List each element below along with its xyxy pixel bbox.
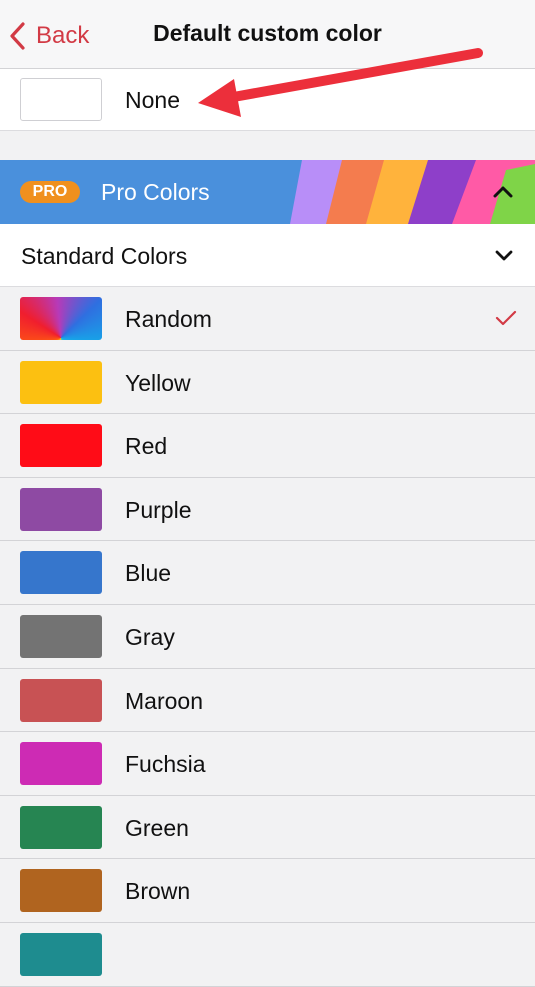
color-swatch	[20, 678, 102, 722]
standard-colors-header[interactable]: Standard Colors	[0, 224, 535, 287]
chevron-up-icon[interactable]	[489, 178, 517, 206]
color-row-red[interactable]: Red	[0, 414, 535, 478]
color-swatch	[20, 487, 102, 531]
color-label: Yellow	[125, 369, 191, 396]
color-swatch	[20, 805, 102, 849]
color-row-maroon[interactable]: Maroon	[0, 668, 535, 733]
color-row-brown[interactable]: Brown	[0, 859, 535, 923]
navigation-bar: Back Default custom color	[0, 0, 535, 69]
color-swatch	[20, 869, 102, 913]
color-row-purple[interactable]: Purple	[0, 477, 535, 542]
color-label: Random	[125, 306, 212, 332]
color-row-green[interactable]: Green	[0, 795, 535, 860]
color-list: Random Yellow Red Purple Blue Gray Maroon Fuchs…	[0, 287, 535, 987]
color-row-random[interactable]: Random	[0, 287, 535, 351]
color-row-gray[interactable]: Gray	[0, 604, 535, 669]
color-label: Brown	[125, 878, 191, 905]
color-row-yellow[interactable]: Yellow	[0, 350, 535, 415]
color-swatch	[20, 297, 102, 340]
color-label: Purple	[125, 496, 192, 523]
page-title: Default custom color	[153, 20, 382, 46]
color-swatch	[20, 614, 102, 658]
pro-badge: PRO	[20, 181, 80, 203]
none-color-row[interactable]: None	[0, 69, 535, 131]
chevron-down-icon[interactable]	[493, 245, 515, 267]
color-swatch	[20, 360, 102, 404]
none-label: None	[125, 87, 180, 113]
color-label: Green	[125, 814, 189, 841]
color-swatch	[20, 424, 102, 468]
color-label: Blue	[125, 560, 172, 587]
color-label: Gray	[125, 623, 175, 650]
color-row-blue[interactable]: Blue	[0, 541, 535, 605]
checkmark-icon	[495, 310, 517, 326]
standard-colors-label: Standard Colors	[21, 243, 188, 269]
none-swatch	[20, 78, 102, 121]
color-swatch	[20, 932, 102, 976]
color-label: Maroon	[125, 687, 203, 714]
color-label: Fuchsia	[125, 751, 206, 778]
color-swatch	[20, 742, 102, 786]
color-row-teal[interactable]	[0, 922, 535, 987]
color-label: Red	[125, 433, 168, 460]
pro-colors-banner[interactable]: PRO Pro Colors	[0, 160, 535, 224]
pro-colors-label: Pro Colors	[101, 179, 210, 205]
color-row-fuchsia[interactable]: Fuchsia	[0, 732, 535, 796]
color-swatch	[20, 551, 102, 595]
